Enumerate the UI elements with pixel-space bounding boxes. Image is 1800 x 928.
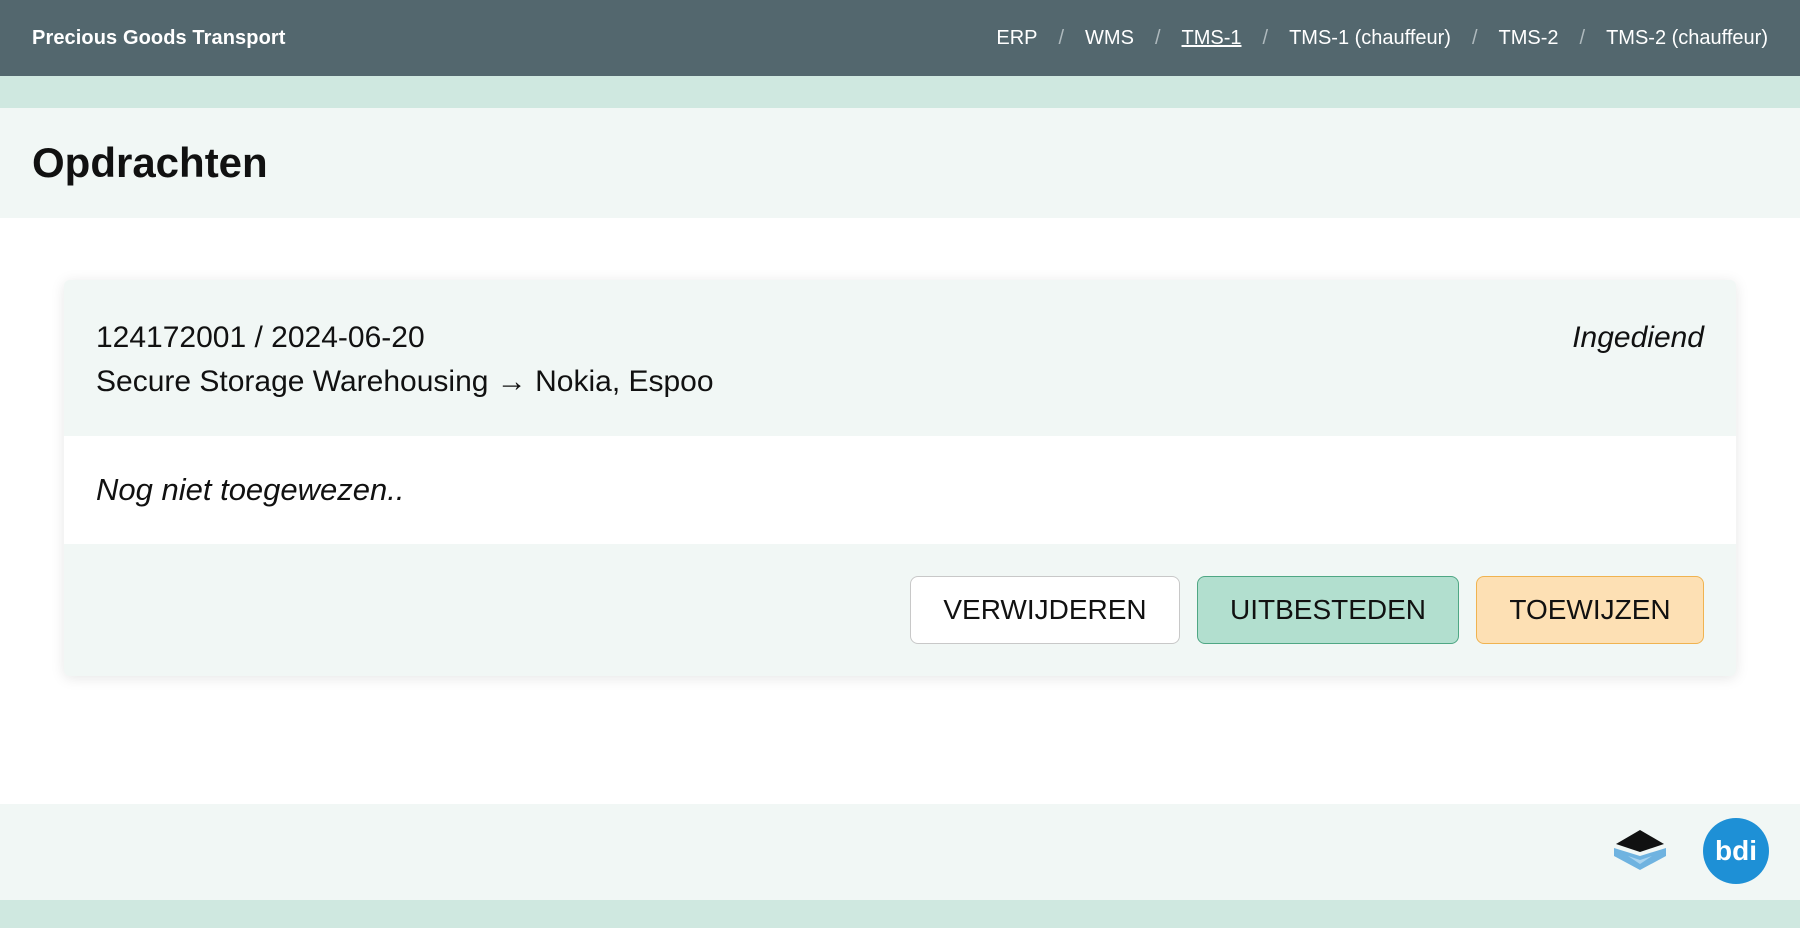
order-status: Ingediend (1572, 321, 1704, 354)
order-assignment-section: Nog niet toegewezen.. (64, 436, 1736, 544)
header-accent-strip (0, 76, 1800, 108)
order-id-date: 124172001 / 2024-06-20 (96, 321, 425, 354)
assignment-status-text: Nog niet toegewezen.. (96, 472, 405, 507)
brand-name[interactable]: Precious Goods Transport (32, 27, 286, 50)
order-card-header: 124172001 / 2024-06-20 Secure Storage Wa… (64, 280, 1736, 436)
delete-button[interactable]: VERWIJDEREN (910, 576, 1180, 644)
nav-separator: / (1154, 26, 1161, 49)
bdi-logo-icon: bdi (1703, 818, 1769, 884)
order-route: Secure Storage Warehousing → Nokia, Espo… (96, 365, 714, 398)
footer-accent-strip (0, 900, 1800, 928)
page-title: Opdrachten (32, 139, 268, 186)
order-card: 124172001 / 2024-06-20 Secure Storage Wa… (64, 280, 1736, 676)
nav-item-tms-2[interactable]: TMS-2 (1499, 27, 1559, 50)
footer (0, 804, 1800, 900)
nav-item-tms-1-chauffeur[interactable]: TMS-1 (chauffeur) (1289, 27, 1451, 50)
nav-item-wms[interactable]: WMS (1085, 27, 1134, 50)
layers-logo-icon (1614, 830, 1666, 870)
order-actions: VERWIJDEREN UITBESTEDEN TOEWIJZEN (64, 544, 1736, 676)
nav-item-tms-1[interactable]: TMS-1 (1182, 27, 1242, 50)
order-summary: 124172001 / 2024-06-20 Secure Storage Wa… (96, 316, 714, 404)
page-title-band: Opdrachten (0, 108, 1800, 218)
top-navigation-bar: Precious Goods Transport ERP / WMS / TMS… (0, 0, 1800, 76)
main-nav: ERP / WMS / TMS-1 / TMS-1 (chauffeur) / … (996, 27, 1768, 50)
nav-item-erp[interactable]: ERP (996, 27, 1037, 50)
bdi-logo-text: bdi (1715, 835, 1757, 866)
assign-button[interactable]: TOEWIJZEN (1476, 576, 1704, 644)
nav-separator: / (1262, 26, 1269, 49)
nav-separator: / (1471, 26, 1478, 49)
nav-separator: / (1058, 26, 1065, 49)
nav-item-tms-2-chauffeur[interactable]: TMS-2 (chauffeur) (1606, 27, 1768, 50)
outsource-button[interactable]: UITBESTEDEN (1197, 576, 1459, 644)
nav-separator: / (1579, 26, 1586, 49)
